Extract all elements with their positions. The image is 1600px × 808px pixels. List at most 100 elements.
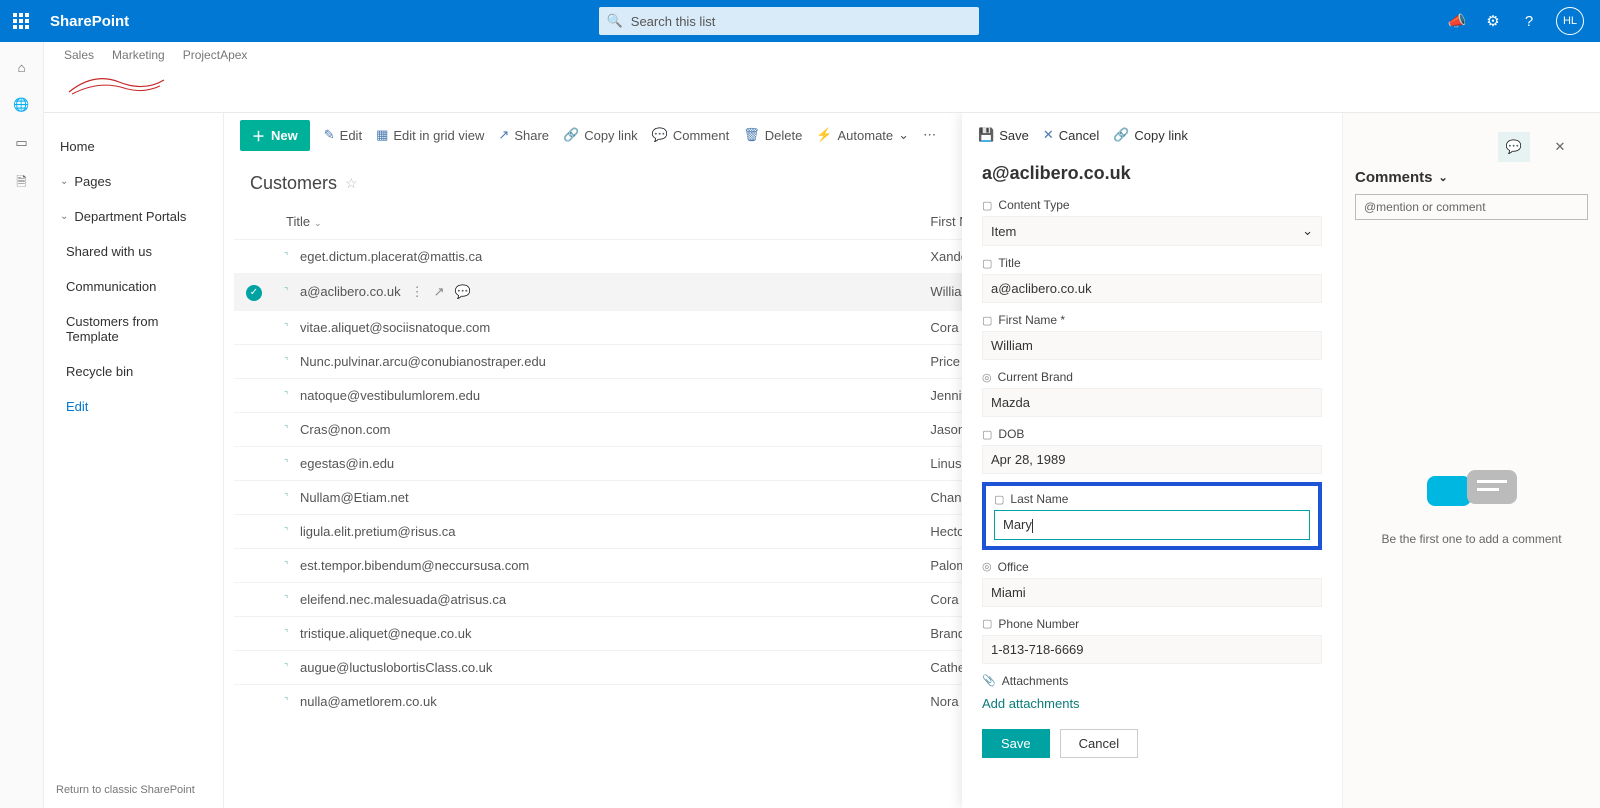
nav-customers-template[interactable]: Customers from Template: [44, 304, 223, 354]
plus-icon: ＋: [252, 126, 265, 145]
copylink-button[interactable]: 🔗Copy link: [563, 127, 638, 143]
firstname-field[interactable]: William: [982, 331, 1322, 360]
nav-home[interactable]: Home: [44, 129, 223, 164]
brand-field[interactable]: Mazda: [982, 388, 1322, 417]
phone-field[interactable]: 1-813-718-6669: [982, 635, 1322, 664]
office-label: Office: [998, 560, 1029, 574]
panel-title: a@aclibero.co.uk: [982, 163, 1322, 184]
sitenav-sales[interactable]: Sales: [64, 48, 94, 62]
tick-icon: ⌝: [284, 696, 288, 707]
comments-toggle[interactable]: 💬: [1498, 132, 1530, 162]
tick-icon: ⌝: [284, 322, 288, 333]
comment-button[interactable]: 💬Comment: [652, 127, 730, 143]
files-icon[interactable]: 🗎: [16, 173, 26, 195]
tick-icon: ⌝: [284, 662, 288, 673]
gear-icon[interactable]: ⚙: [1484, 12, 1502, 30]
sitenav-marketing[interactable]: Marketing: [112, 48, 165, 62]
tick-icon: ⌝: [284, 526, 288, 537]
date-icon: ▢: [982, 428, 992, 441]
panel-cancel-cmd[interactable]: ✕Cancel: [1043, 127, 1099, 143]
text-icon: ▢: [994, 493, 1004, 506]
home-icon[interactable]: ⌂: [18, 60, 26, 75]
edit-button[interactable]: ✎Edit: [324, 127, 362, 143]
highlighted-field-wrap: ▢ Last Name Mary: [982, 482, 1322, 550]
share-button[interactable]: ↗Share: [498, 127, 549, 143]
sitenav-projectapex[interactable]: ProjectApex: [183, 48, 248, 62]
firstname-label: First Name *: [998, 313, 1065, 327]
choice-icon: ◎: [982, 371, 992, 384]
edit-grid-button[interactable]: ▦Edit in grid view: [376, 127, 484, 143]
waffle-icon: [13, 13, 29, 29]
dob-label: DOB: [998, 427, 1024, 441]
tick-icon: ⌝: [284, 390, 288, 401]
automate-button[interactable]: ⚡Automate ⌄: [816, 127, 909, 143]
user-avatar[interactable]: HL: [1556, 7, 1584, 35]
search-input[interactable]: 🔍 Search this list: [599, 7, 979, 35]
text-icon: ▢: [982, 617, 992, 630]
close-panel[interactable]: ✕: [1544, 132, 1576, 162]
tick-icon: ⌝: [284, 251, 288, 262]
app-launcher[interactable]: [0, 0, 42, 42]
cancel-button[interactable]: Cancel: [1060, 729, 1138, 758]
tick-icon: ⌝: [284, 628, 288, 639]
tick-icon: ⌝: [284, 560, 288, 571]
title-label: Title: [998, 256, 1020, 270]
chevron-down-icon[interactable]: ⌄: [1439, 171, 1448, 184]
star-icon[interactable]: ☆: [345, 175, 358, 192]
more-button[interactable]: ⋯: [923, 127, 936, 143]
megaphone-icon[interactable]: 📣: [1448, 12, 1466, 30]
flow-icon: ⚡: [816, 127, 832, 143]
text-cursor: [1032, 519, 1033, 533]
attach-icon: 📎: [982, 674, 996, 687]
office-field[interactable]: Miami: [982, 578, 1322, 607]
col-title[interactable]: Title⌄: [274, 204, 918, 240]
new-button[interactable]: ＋New: [240, 120, 310, 151]
panel-save-cmd[interactable]: 💾Save: [978, 127, 1029, 143]
chevron-down-icon: ⌄: [60, 211, 68, 222]
globe-icon[interactable]: 🌐: [13, 97, 29, 113]
comments-title: Comments: [1355, 169, 1433, 186]
lastname-field[interactable]: Mary: [994, 510, 1310, 540]
text-icon: ▢: [982, 314, 992, 327]
help-icon[interactable]: ?: [1520, 12, 1538, 30]
comments-empty-illustration: [1427, 470, 1517, 520]
more-icon[interactable]: ⋮: [411, 284, 424, 300]
chevron-down-icon: ⌄: [898, 127, 909, 143]
comment-icon[interactable]: 💬: [455, 284, 471, 300]
save-icon: 💾: [978, 127, 994, 143]
panel-copylink-cmd[interactable]: 🔗Copy link: [1113, 127, 1188, 143]
nav-recycle[interactable]: Recycle bin: [44, 354, 223, 389]
comment-input[interactable]: @mention or comment: [1355, 194, 1588, 220]
nav-communication[interactable]: Communication: [44, 269, 223, 304]
add-attachments-link[interactable]: Add attachments: [982, 696, 1080, 711]
news-icon[interactable]: ▭: [15, 135, 27, 151]
brand-label[interactable]: SharePoint: [50, 13, 129, 30]
share-icon: ↗: [498, 127, 509, 143]
check-icon[interactable]: ✓: [246, 285, 262, 301]
chevron-down-icon: ⌄: [1302, 223, 1313, 239]
tick-icon: ⌝: [284, 458, 288, 469]
nav-dept[interactable]: ⌄Department Portals: [44, 199, 223, 234]
content-type-select[interactable]: Item⌄: [982, 216, 1322, 246]
link-icon: 🔗: [563, 127, 579, 143]
save-button[interactable]: Save: [982, 729, 1050, 758]
chevron-down-icon: ⌄: [314, 218, 322, 228]
chevron-down-icon: ⌄: [60, 176, 68, 187]
content-type-label: Content Type: [998, 198, 1069, 212]
contenttype-icon: ▢: [982, 199, 992, 212]
text-icon: ▢: [982, 257, 992, 270]
nav-shared[interactable]: Shared with us: [44, 234, 223, 269]
tick-icon: ⌝: [284, 594, 288, 605]
nav-edit[interactable]: Edit: [44, 389, 223, 424]
dob-field[interactable]: Apr 28, 1989: [982, 445, 1322, 474]
classic-link[interactable]: Return to classic SharePoint: [56, 784, 195, 796]
title-field[interactable]: a@aclibero.co.uk: [982, 274, 1322, 303]
nav-pages[interactable]: ⌄Pages: [44, 164, 223, 199]
site-logo[interactable]: [64, 66, 170, 102]
delete-button[interactable]: 🗑Delete: [743, 127, 802, 143]
comments-empty-text: Be the first one to add a comment: [1381, 532, 1561, 546]
attachments-label: Attachments: [1002, 674, 1069, 688]
share-icon[interactable]: ↗: [434, 284, 445, 300]
lastname-label: Last Name: [1010, 492, 1068, 506]
search-placeholder: Search this list: [631, 14, 716, 29]
